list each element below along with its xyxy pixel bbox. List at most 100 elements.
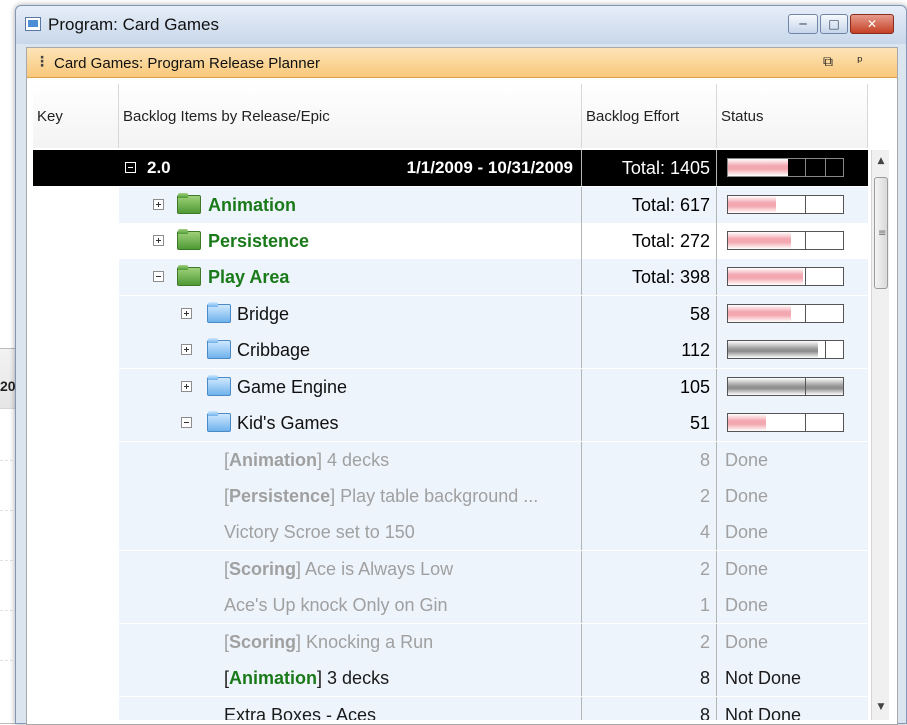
epic-folder-icon	[177, 193, 201, 214]
epic-status-cell	[717, 259, 868, 295]
story-item-cell: [Animation] 3 decks	[119, 660, 582, 696]
key-cell	[33, 150, 119, 186]
story-item-cell: Extra Boxes - Aces	[119, 697, 582, 720]
expand-icon[interactable]	[153, 235, 164, 246]
epic-progress-bar	[727, 195, 844, 214]
story-effort: 1	[582, 587, 717, 623]
column-header-backlog-items[interactable]: Backlog Items by Release/Epic	[119, 84, 582, 148]
theme-item-cell: Bridge	[119, 296, 582, 332]
theme-folder-icon	[207, 411, 231, 432]
minimize-button[interactable]: ─	[788, 14, 818, 34]
epic-name: Animation	[208, 195, 296, 215]
story-effort: 2	[582, 551, 717, 587]
story-epic-tag: Scoring	[229, 632, 297, 652]
story-row[interactable]: [Animation] 3 decks 8 Not Done	[33, 660, 868, 696]
expand-icon[interactable]	[181, 308, 192, 319]
pin-panel-icon[interactable]: ᵖ	[857, 54, 863, 70]
theme-progress-bar	[727, 377, 844, 396]
theme-row-bridge[interactable]: Bridge 58	[33, 296, 868, 332]
collapse-icon[interactable]	[125, 162, 136, 173]
theme-effort: 105	[582, 369, 717, 405]
theme-name: Cribbage	[237, 340, 311, 360]
panel-header: ⋮ Card Games: Program Release Planner ⧉ …	[27, 48, 897, 78]
story-row[interactable]: Victory Scroe set to 150 4 Done	[33, 514, 868, 550]
theme-item-cell: Kid's Games	[119, 405, 582, 441]
story-item-cell: Ace's Up knock Only on Gin	[119, 587, 582, 623]
story-text: Extra Boxes - Aces	[224, 705, 377, 720]
theme-folder-icon	[207, 375, 231, 396]
window-title: Program: Card Games	[48, 15, 219, 34]
key-cell	[33, 478, 119, 514]
story-effort: 8	[582, 660, 717, 696]
theme-status-cell	[717, 405, 868, 441]
expand-icon[interactable]	[181, 344, 192, 355]
column-header-status[interactable]: Status	[717, 84, 868, 148]
progress-fill	[728, 341, 818, 358]
theme-effort: 51	[582, 405, 717, 441]
expand-icon[interactable]	[181, 381, 192, 392]
window-titlebar[interactable]: Program: Card Games ─ □ ✕	[16, 6, 906, 44]
epic-row-persistence[interactable]: Persistence Total: 272	[33, 223, 868, 259]
theme-row-cribbage[interactable]: Cribbage 112	[33, 332, 868, 368]
story-label: [Scoring] Knocking a Run	[224, 632, 434, 652]
progress-fill	[728, 305, 792, 322]
epic-item-cell: Play Area	[119, 259, 582, 295]
maximize-button[interactable]: □	[820, 14, 848, 34]
collapse-icon[interactable]	[153, 271, 164, 282]
story-text: 3 decks	[327, 668, 390, 688]
bar-divider	[805, 305, 806, 322]
story-row[interactable]: [Scoring] Ace is Always Low 2 Done	[33, 551, 868, 587]
epic-effort: Total: 398	[582, 259, 717, 295]
theme-row-game-engine[interactable]: Game Engine 105	[33, 369, 868, 405]
thumb-grip-icon: ≡	[878, 228, 887, 239]
key-cell	[33, 697, 119, 720]
epic-item-cell: Animation	[119, 187, 582, 223]
theme-folder-icon	[207, 302, 231, 323]
drag-grip-icon[interactable]: ⋮	[35, 54, 49, 70]
theme-row-kids-games[interactable]: Kid's Games 51	[33, 405, 868, 441]
column-header-key[interactable]: Key	[33, 84, 119, 148]
story-text: Ace's Up knock Only on Gin	[224, 595, 448, 615]
story-status: Done	[717, 624, 868, 660]
bar-divider	[805, 159, 806, 176]
restore-panel-icon[interactable]: ⧉	[823, 54, 833, 70]
story-row[interactable]: Extra Boxes - Aces 8 Not Done	[33, 697, 868, 720]
epic-progress-bar	[727, 231, 844, 250]
story-status: Done	[717, 514, 868, 550]
release-item-cell: 2.0 1/1/2009 - 10/31/2009	[119, 150, 582, 186]
scroll-down-arrow-icon[interactable]: ▼	[872, 698, 889, 716]
scroll-up-arrow-icon[interactable]: ▲	[872, 152, 889, 170]
story-row[interactable]: [Scoring] Knocking a Run 2 Done	[33, 624, 868, 660]
close-button[interactable]: ✕	[850, 14, 894, 34]
story-epic-tag: Persistence	[229, 486, 331, 506]
epic-folder-icon	[177, 229, 201, 250]
theme-status-cell	[717, 332, 868, 368]
column-header-backlog-effort[interactable]: Backlog Effort	[582, 84, 717, 148]
story-row[interactable]: [Animation] 4 decks 8 Done	[33, 442, 868, 478]
collapse-icon[interactable]	[181, 417, 192, 428]
backlog-grid: Key Backlog Items by Release/Epic Backlo…	[33, 84, 889, 720]
release-progress-bar	[727, 158, 844, 177]
release-row[interactable]: 2.0 1/1/2009 - 10/31/2009 Total: 1405	[33, 150, 868, 186]
story-row[interactable]: Ace's Up knock Only on Gin 1 Done	[33, 587, 868, 623]
scrollbar-thumb[interactable]: ≡	[874, 177, 888, 289]
progress-fill	[728, 159, 788, 176]
theme-progress-bar	[727, 340, 844, 359]
epic-row-animation[interactable]: Animation Total: 617	[33, 187, 868, 223]
story-effort: 2	[582, 478, 717, 514]
theme-status-cell	[717, 369, 868, 405]
expand-icon[interactable]	[153, 199, 164, 210]
theme-name: Game Engine	[237, 377, 348, 397]
story-row[interactable]: [Persistence] Play table background ... …	[33, 478, 868, 514]
epic-row-play-area[interactable]: Play Area Total: 398	[33, 259, 868, 295]
story-label: [Persistence] Play table background ...	[224, 486, 539, 506]
story-status: Done	[717, 478, 868, 514]
epic-status-cell	[717, 187, 868, 223]
key-cell	[33, 405, 119, 441]
story-item-cell: [Scoring] Ace is Always Low	[119, 551, 582, 587]
vertical-scrollbar[interactable]: ▲ ≡ ▼	[871, 150, 889, 720]
story-label: [Scoring] Ace is Always Low	[224, 559, 454, 579]
story-status: Done	[717, 442, 868, 478]
bar-divider	[825, 159, 826, 176]
key-cell	[33, 332, 119, 368]
